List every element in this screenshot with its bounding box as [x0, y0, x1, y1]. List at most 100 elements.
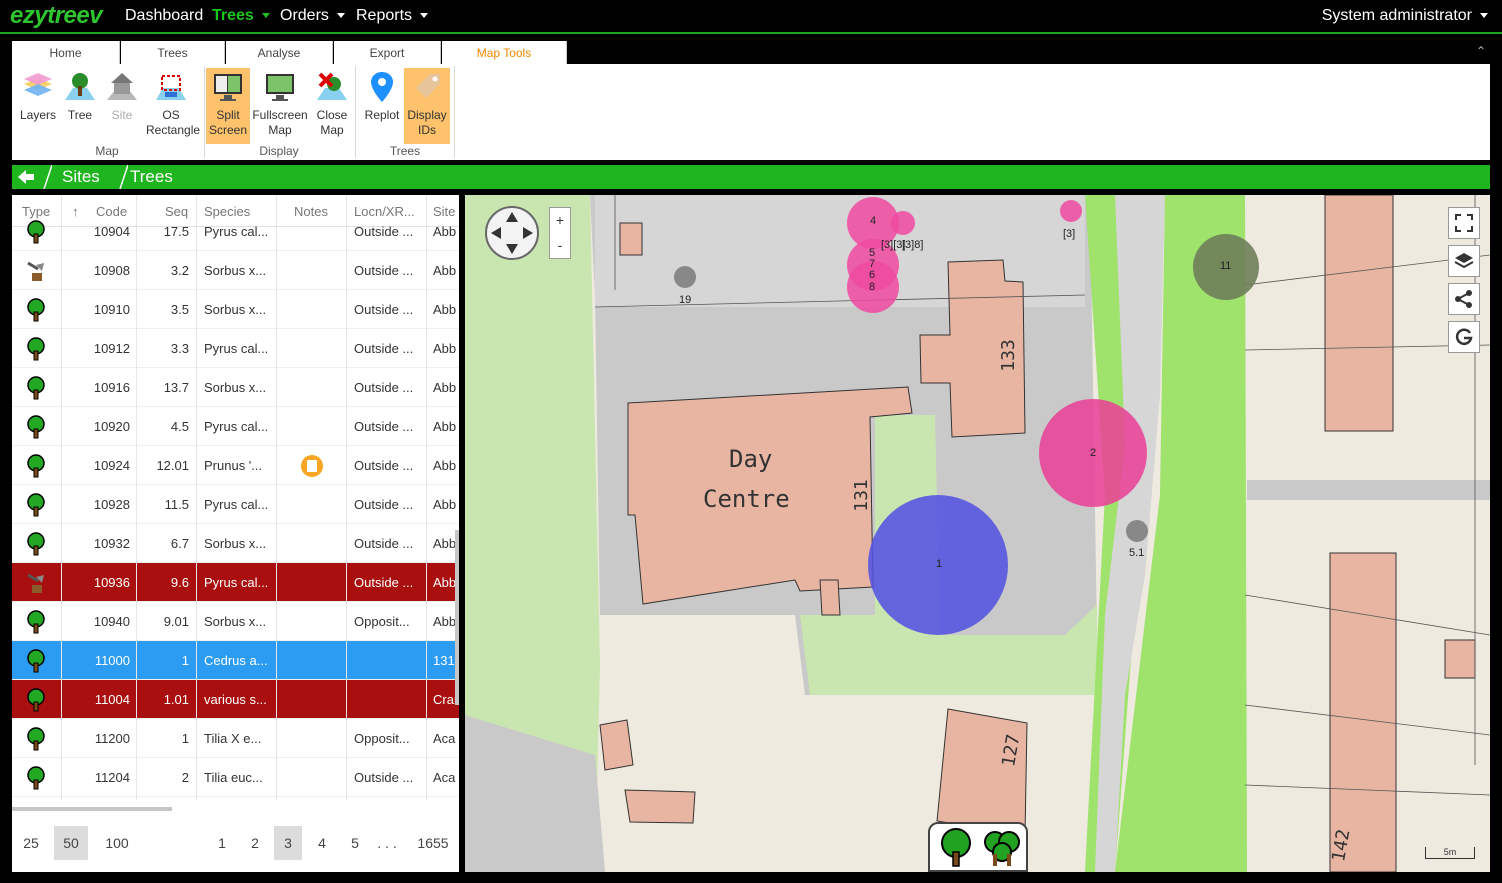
- table-row[interactable]: 10928 11.5 Pyrus cal... Outside ... Abb: [12, 485, 459, 524]
- cell-species: Sorbus x...: [204, 614, 267, 629]
- tree-icon: [27, 727, 45, 751]
- tree-canopy[interactable]: [1060, 200, 1082, 222]
- cell-species: Sorbus x...: [204, 263, 267, 278]
- cell-location: Opposit...: [354, 731, 410, 746]
- page-size-50[interactable]: 50: [54, 826, 88, 860]
- table-row[interactable]: 10924 12.01 Prunus '... Outside ... Abb: [12, 446, 459, 485]
- ribbon-collapse-icon[interactable]: ⌃: [1476, 44, 1486, 58]
- note-icon[interactable]: [301, 455, 323, 477]
- cell-code: 10908: [93, 263, 130, 278]
- split-screen-icon: [214, 74, 242, 101]
- tab-trees[interactable]: Trees: [121, 41, 225, 65]
- page-size-100[interactable]: 100: [100, 826, 134, 860]
- zoom-in-button[interactable]: +: [550, 208, 570, 233]
- tree-icon: [27, 220, 45, 244]
- cell-seq: 9.6: [170, 575, 189, 590]
- vertical-scrollbar[interactable]: [455, 530, 459, 705]
- map-layers-button[interactable]: [1448, 245, 1480, 277]
- share-button[interactable]: [1448, 283, 1480, 315]
- table-row[interactable]: 10904 17.5 Pyrus cal... Outside ... Abb: [12, 212, 459, 251]
- table-row[interactable]: 10940 9.01 Sorbus x... Opposit... Abb: [12, 602, 459, 641]
- cell-seq: 1: [181, 653, 189, 668]
- breadcrumb-sites[interactable]: Sites: [62, 167, 100, 187]
- cell-location: Outside ...: [354, 302, 414, 317]
- pan-control[interactable]: [485, 206, 539, 260]
- split-screen-button[interactable]: Split Screen: [206, 68, 250, 144]
- tree-marker[interactable]: [1126, 520, 1148, 542]
- table-row[interactable]: 10916 13.7 Sorbus x... Outside ... Abb: [12, 368, 459, 407]
- map-view[interactable]: Day Centre 131 133 127 142 1 2 4 [3] [3]…: [465, 195, 1490, 872]
- zoom-control: + -: [549, 207, 571, 259]
- table-row[interactable]: 10932 6.7 Sorbus x... Outside ... Abb: [12, 524, 459, 563]
- map-canvas[interactable]: [465, 195, 1490, 872]
- cell-site: Abb: [433, 419, 457, 434]
- app-logo[interactable]: ezytreev: [10, 2, 103, 30]
- tab-analyse[interactable]: Analyse: [226, 41, 333, 65]
- column-divider: [136, 195, 137, 800]
- cell-code: 10910: [93, 302, 130, 317]
- user-menu[interactable]: System administrator: [1322, 7, 1488, 25]
- tree-canopy[interactable]: [891, 211, 915, 235]
- close-map-button[interactable]: Close Map: [310, 68, 354, 144]
- tree-id-label: 8: [869, 281, 876, 293]
- cell-site: Abb: [433, 302, 457, 317]
- nav-trees[interactable]: Trees: [212, 7, 270, 25]
- google-button[interactable]: [1448, 321, 1480, 353]
- tree-icon: [27, 337, 45, 361]
- display-ids-button[interactable]: Display IDs: [404, 68, 450, 144]
- breadcrumb-trees[interactable]: Trees: [130, 167, 173, 187]
- add-tree-button[interactable]: Tree: [58, 68, 102, 144]
- map-scale: 5m: [1425, 847, 1475, 859]
- cell-seq: 12.01: [156, 458, 189, 473]
- fullscreen-button[interactable]: [1448, 207, 1480, 239]
- tree-icon: [27, 376, 45, 400]
- back-arrow-icon[interactable]: [12, 165, 40, 189]
- cell-seq: 17.5: [163, 224, 189, 239]
- table-row[interactable]: 10910 3.5 Sorbus x... Outside ... Abb: [12, 290, 459, 329]
- fullscreen-map-button[interactable]: Fullscreen Map: [252, 68, 308, 144]
- tab-map-tools[interactable]: Map Tools: [442, 41, 567, 65]
- table-row[interactable]: 11200 1 Tilia X e... Opposit... Aca: [12, 719, 459, 758]
- tab-home[interactable]: Home: [12, 41, 120, 65]
- table-row[interactable]: 11004 1.01 various s... Cran: [12, 680, 459, 719]
- zoom-out-button[interactable]: -: [550, 233, 570, 258]
- table-row[interactable]: 10936 9.6 Pyrus cal... Outside ... Abb: [12, 563, 459, 602]
- table-row[interactable]: 10908 3.2 Sorbus x... Outside ... Abb: [12, 251, 459, 290]
- table-row[interactable]: 11204 2 Tilia euc... Outside ... Aca: [12, 758, 459, 797]
- site-house-icon: [107, 73, 137, 100]
- page-size-25[interactable]: 25: [18, 826, 44, 860]
- cell-code: 10928: [93, 497, 130, 512]
- os-rectangle-button[interactable]: OS Rectangle: [146, 68, 200, 144]
- cell-code: 11204: [94, 770, 130, 785]
- cell-seq: 3.3: [170, 341, 189, 356]
- fullscreen-map-icon: [266, 74, 294, 101]
- layers-button[interactable]: Layers: [16, 68, 60, 144]
- table-row[interactable]: 10912 3.3 Pyrus cal... Outside ... Abb: [12, 329, 459, 368]
- page-link-current[interactable]: 3: [274, 826, 302, 860]
- page-link-last[interactable]: 1655: [414, 826, 452, 860]
- table-row[interactable]: 11000 1 Cedrus a... 131: [12, 641, 459, 680]
- cell-seq: 1: [181, 731, 189, 746]
- cell-location: Outside ...: [354, 458, 414, 473]
- nav-orders[interactable]: Orders: [280, 7, 345, 25]
- tab-export[interactable]: Export: [334, 41, 441, 65]
- single-tree-icon[interactable]: [934, 826, 978, 870]
- group-trees-icon[interactable]: [980, 826, 1024, 870]
- tree-icon: [27, 493, 45, 517]
- replot-button[interactable]: Replot: [360, 68, 404, 144]
- page-link[interactable]: 1: [212, 826, 232, 860]
- horizontal-scrollbar[interactable]: [12, 807, 172, 811]
- tree-icon: [27, 298, 45, 322]
- cell-site: Aca: [433, 731, 456, 746]
- page-link[interactable]: 5: [345, 826, 365, 860]
- nav-dashboard[interactable]: Dashboard: [125, 7, 203, 25]
- chevron-down-icon: [1480, 13, 1488, 19]
- cell-seq: 2: [181, 770, 189, 785]
- page-link[interactable]: 2: [245, 826, 265, 860]
- table-row[interactable]: 10920 4.5 Pyrus cal... Outside ... Abb: [12, 407, 459, 446]
- site-button[interactable]: Site: [100, 68, 144, 144]
- tree-marker[interactable]: [674, 266, 696, 288]
- page-link[interactable]: 4: [312, 826, 332, 860]
- tree-id-label: 6: [869, 269, 876, 281]
- nav-reports[interactable]: Reports: [356, 7, 429, 25]
